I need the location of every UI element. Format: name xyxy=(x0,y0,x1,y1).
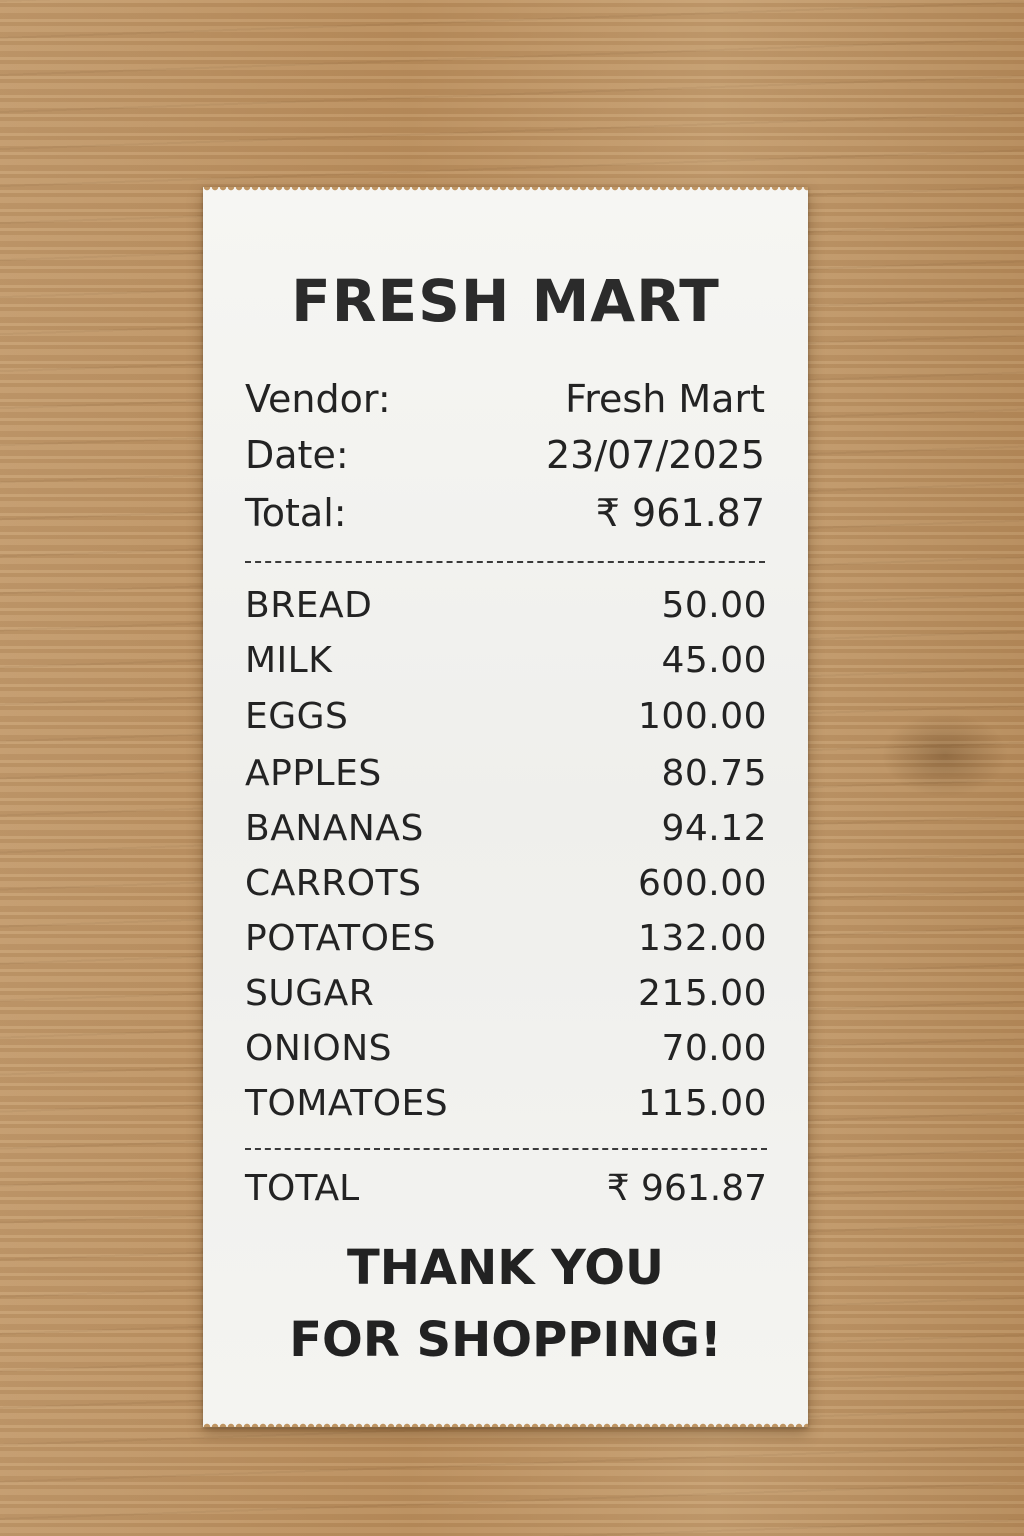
list-item: CARROTS 600.00 xyxy=(245,862,767,906)
thank-you-line-2: FOR SHOPPING! xyxy=(289,1312,722,1368)
divider-top xyxy=(245,561,765,563)
total-row: TOTAL ₹ 961.87 xyxy=(245,1167,767,1211)
item-price: 94.12 xyxy=(661,808,767,849)
store-name: FRESH MART xyxy=(291,267,720,335)
date-label: Date: xyxy=(245,433,349,477)
item-price: 45.00 xyxy=(661,640,767,681)
date-row: Date: 23/07/2025 xyxy=(245,433,765,477)
item-name: EGGS xyxy=(245,696,349,737)
vendor-row: Vendor: Fresh Mart xyxy=(245,377,765,421)
thank-you-message: THANK YOU FOR SHOPPING! xyxy=(203,1232,808,1376)
list-item: TOMATOES 115.00 xyxy=(245,1082,767,1126)
thank-you-line-1: THANK YOU xyxy=(347,1240,664,1296)
list-item: MILK 45.00 xyxy=(245,639,767,683)
item-price: 215.00 xyxy=(638,973,767,1014)
list-item: ONIONS 70.00 xyxy=(245,1027,767,1071)
list-item: APPLES 80.75 xyxy=(245,752,767,796)
header-total-row: Total: ₹ 961.87 xyxy=(245,491,765,535)
list-item: POTATOES 132.00 xyxy=(245,917,767,961)
total-value: ₹ 961.87 xyxy=(606,1168,767,1209)
item-name: ONIONS xyxy=(245,1028,392,1069)
item-name: CARROTS xyxy=(245,863,422,904)
total-label: TOTAL xyxy=(245,1168,360,1209)
item-name: APPLES xyxy=(245,753,382,794)
item-price: 115.00 xyxy=(638,1083,767,1124)
list-item: EGGS 100.00 xyxy=(245,695,767,739)
header-total-value: ₹ 961.87 xyxy=(595,491,765,535)
receipt-paper: FRESH MART Vendor: Fresh Mart Date: 23/0… xyxy=(203,187,808,1427)
item-name: TOMATOES xyxy=(245,1083,449,1124)
item-price: 50.00 xyxy=(661,585,767,626)
item-price: 70.00 xyxy=(661,1028,767,1069)
item-price: 600.00 xyxy=(638,863,767,904)
item-price: 80.75 xyxy=(661,753,767,794)
item-price: 132.00 xyxy=(638,918,767,959)
header-total-label: Total: xyxy=(245,491,347,535)
item-name: BANANAS xyxy=(245,808,424,849)
list-item: SUGAR 215.00 xyxy=(245,972,767,1016)
vendor-label: Vendor: xyxy=(245,377,391,421)
date-value: 23/07/2025 xyxy=(545,433,765,477)
item-name: SUGAR xyxy=(245,973,375,1014)
divider-bottom xyxy=(245,1148,767,1150)
item-price: 100.00 xyxy=(638,696,767,737)
item-name: BREAD xyxy=(245,585,373,626)
item-name: MILK xyxy=(245,640,333,681)
list-item: BREAD 50.00 xyxy=(245,584,767,628)
item-name: POTATOES xyxy=(245,918,436,959)
list-item: BANANAS 94.12 xyxy=(245,807,767,851)
vendor-value: Fresh Mart xyxy=(565,377,765,421)
